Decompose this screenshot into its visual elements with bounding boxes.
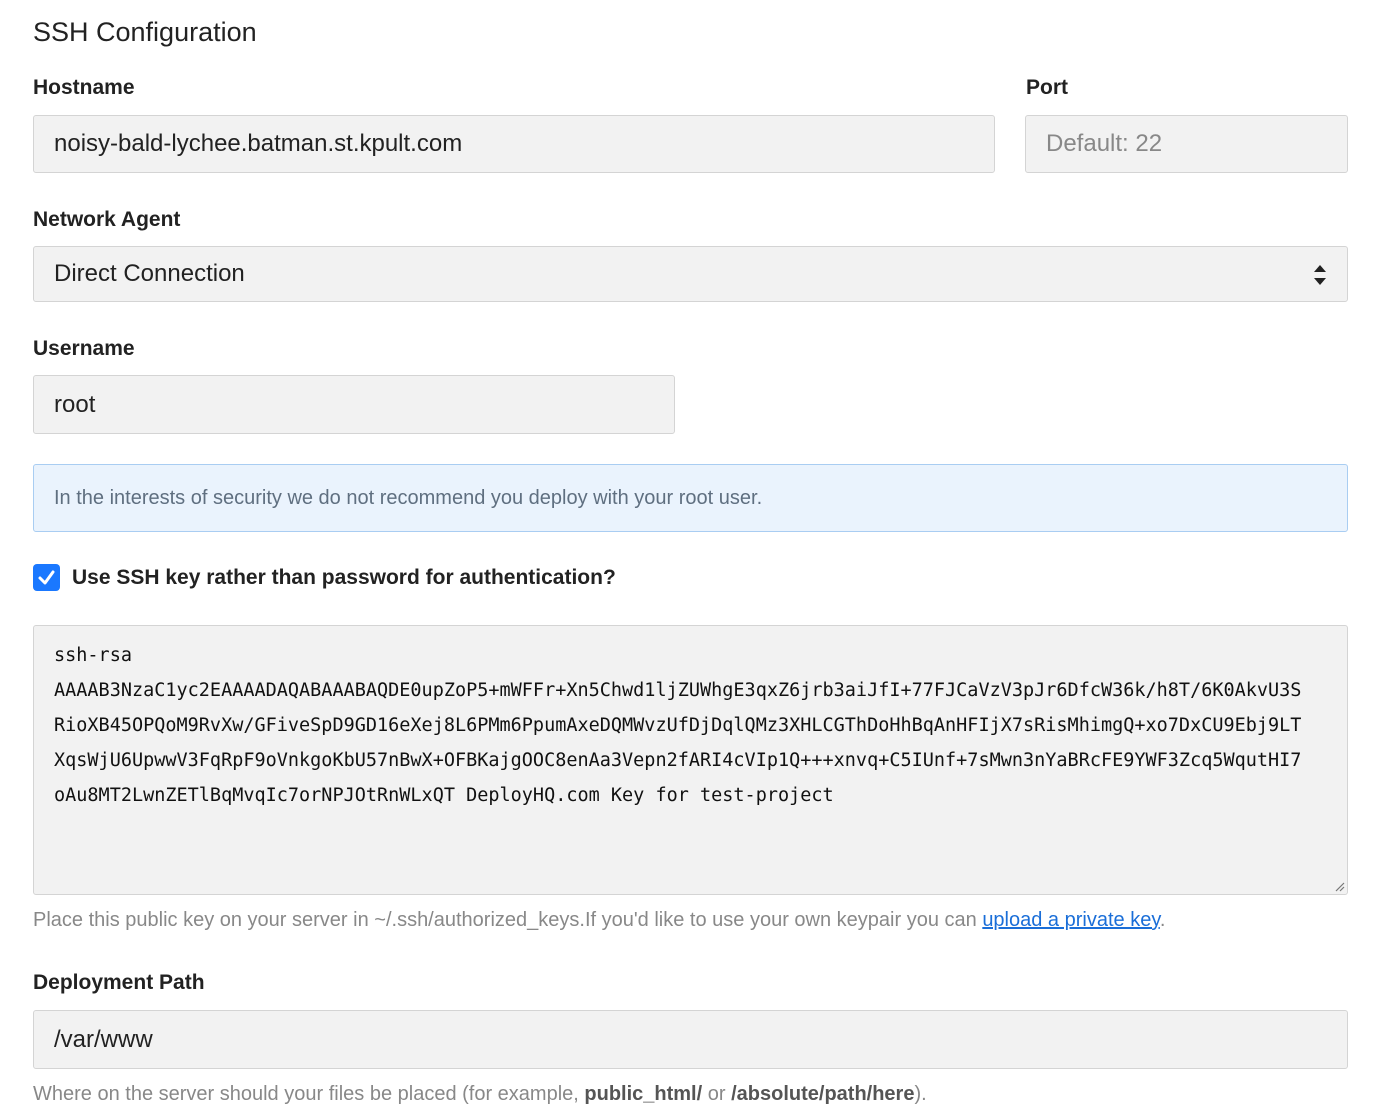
port-label: Port [1026,76,1068,99]
port-placeholder: Default: 22 [1046,130,1163,157]
deployment-path-help-text: Where on the server should your files be… [33,1083,585,1105]
key-line: XqsWjU6UpwwV3FqRpF9oVnkgoKbU57nBwX+OFBKa… [54,750,1302,771]
network-agent-label: Network Agent [33,208,181,231]
network-agent-select[interactable]: Direct Connection [33,246,1348,302]
root-user-notice: In the interests of security we do not r… [33,464,1348,532]
select-arrows-icon [1314,265,1326,285]
public-key-textarea[interactable]: ssh-rsa AAAAB3NzaC1yc2EAAAADAQABAAABAQDE… [33,625,1348,895]
key-line: oAu8MT2LwnZETlBqMvqIc7orNPJOtRnWLxQT Dep… [54,785,834,806]
deployment-path-help-or: or [702,1083,732,1105]
username-label: Username [33,337,135,360]
use-ssh-key-checkbox[interactable] [33,564,60,591]
resize-handle-icon[interactable] [1333,880,1345,892]
public-key-help: Place this public key on your server in … [33,906,1165,934]
port-input[interactable]: Default: 22 [1025,115,1348,173]
key-line: ssh-rsa [54,645,132,666]
deployment-path-input[interactable]: /var/www [33,1010,1348,1069]
deployment-path-label: Deployment Path [33,971,205,994]
hostname-value: noisy-bald-lychee.batman.st.kpult.com [54,130,463,157]
deployment-path-help: Where on the server should your files be… [33,1080,927,1108]
section-title: SSH Configuration [33,17,257,47]
network-agent-selected: Direct Connection [54,260,245,287]
deployment-path-value: /var/www [54,1025,153,1053]
key-line: RioXB45OPQoM9RvXw/GFiveSpD9GD16eXej8L6PM… [54,715,1302,736]
upload-private-key-link[interactable]: upload a private key [982,909,1160,931]
key-line: AAAAB3NzaC1yc2EAAAADAQABAAABAQDE0upZoP5+… [54,680,1302,701]
deployment-path-example-2: /absolute/path/here [731,1083,915,1105]
ssh-configuration-form: SSH Configuration Hostname noisy-bald-ly… [0,0,1400,1116]
deployment-path-example-1: public_html/ [584,1083,703,1105]
checkmark-icon [38,570,55,585]
deployment-path-help-suffix: ). [914,1083,927,1105]
username-input[interactable]: root [33,375,675,434]
public-key-help-suffix: . [1159,909,1166,931]
use-ssh-key-label[interactable]: Use SSH key rather than password for aut… [72,564,616,592]
root-user-notice-text: In the interests of security we do not r… [54,486,763,509]
username-value: root [54,390,96,418]
hostname-input[interactable]: noisy-bald-lychee.batman.st.kpult.com [33,115,995,173]
hostname-label: Hostname [33,76,135,99]
public-key-help-text: Place this public key on your server in … [33,909,983,931]
